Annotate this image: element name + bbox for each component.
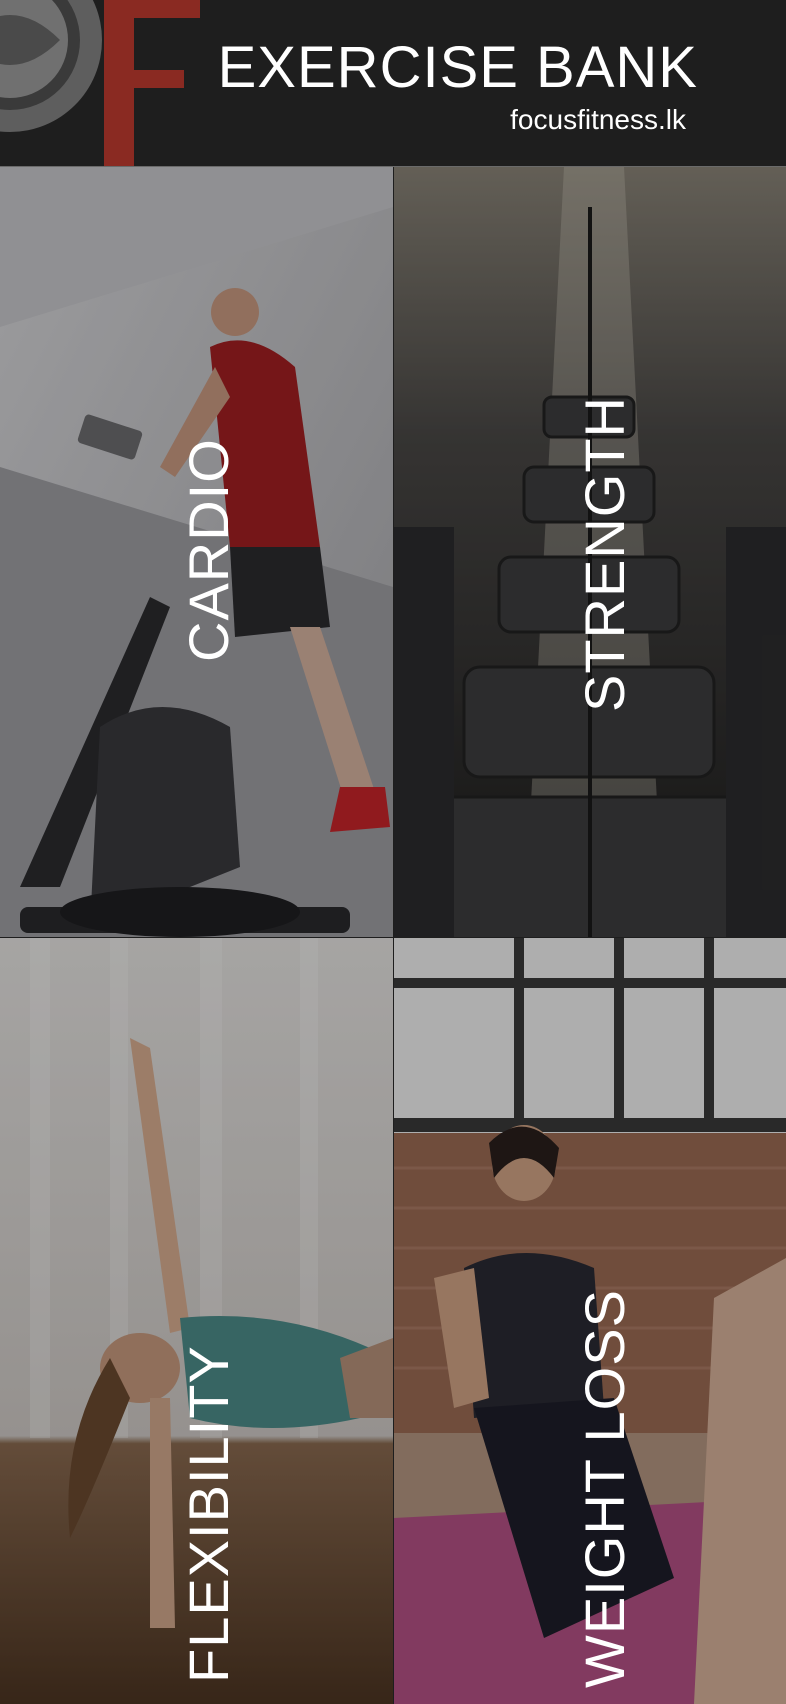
category-grid: CARDIO STRENGTH FLEXIBILITY WEIGHT LOSS [0, 167, 786, 1704]
category-label-strength: STRENGTH [573, 396, 636, 712]
category-tile-cardio[interactable]: CARDIO [0, 167, 393, 937]
category-label-flexibility: FLEXIBILITY [177, 1345, 240, 1683]
website-link[interactable]: focusfitness.lk [510, 104, 686, 136]
category-tile-weight-loss[interactable]: WEIGHT LOSS [394, 938, 786, 1704]
focus-fitness-logo [0, 0, 200, 166]
category-label-weight-loss: WEIGHT LOSS [573, 1289, 636, 1688]
page-title: EXERCISE BANK [217, 35, 698, 100]
category-label-cardio: CARDIO [177, 438, 240, 662]
category-tile-strength[interactable]: STRENGTH [394, 167, 786, 937]
category-tile-flexibility[interactable]: FLEXIBILITY [0, 938, 393, 1704]
app-header: EXERCISE BANK focusfitness.lk [0, 0, 786, 167]
